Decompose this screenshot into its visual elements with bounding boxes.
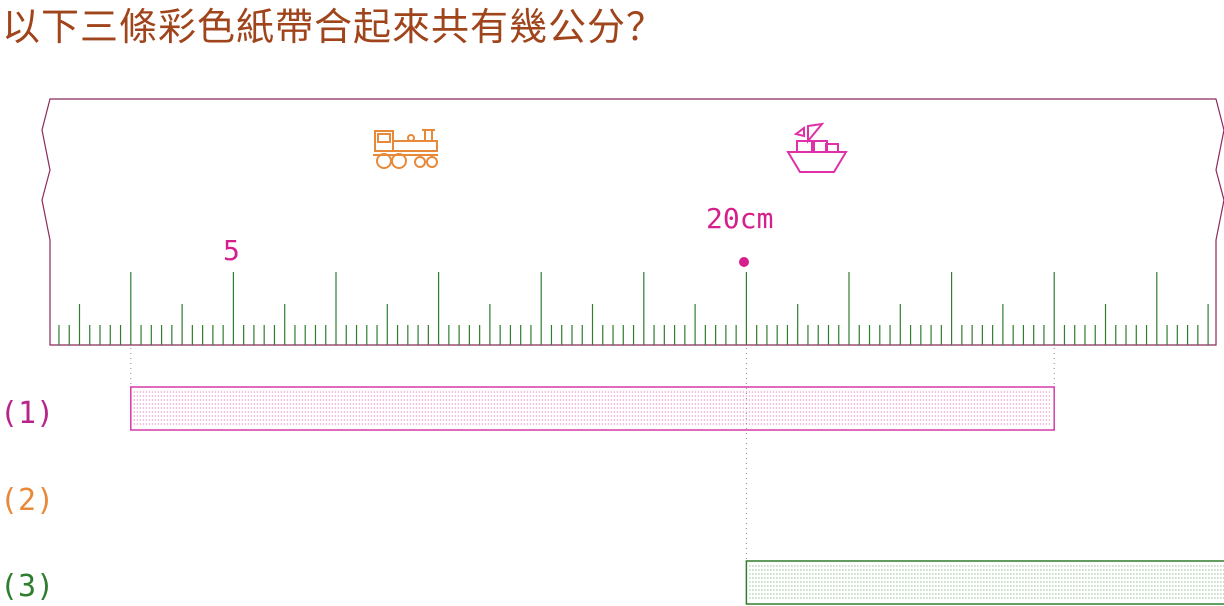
ruler-label-5: 5 — [223, 234, 240, 267]
paper-strip-3 — [745, 560, 1224, 605]
strip-2-label: (2) — [0, 483, 55, 518]
twenty-cm-marker — [739, 257, 749, 267]
train-icon — [373, 129, 438, 169]
ruler-body — [41, 98, 1224, 346]
paper-strips — [130, 386, 1224, 605]
ship-icon — [786, 122, 848, 173]
paper-strip-1 — [130, 386, 1055, 431]
strip-1-label: (1) — [0, 396, 55, 431]
ruler-label-20cm: 20cm — [706, 202, 774, 235]
ruler-diagram — [41, 98, 1224, 605]
ruler-ticks — [58, 272, 1209, 345]
strip-3-label: (3) — [0, 569, 55, 604]
